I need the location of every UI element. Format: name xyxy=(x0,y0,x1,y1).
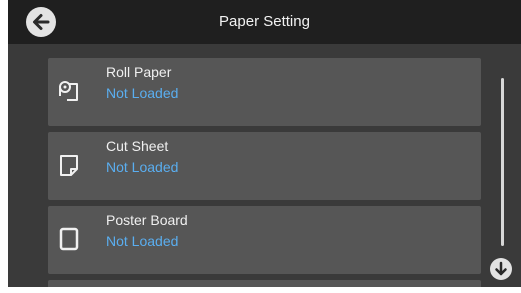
paper-source-name: Poster Board xyxy=(106,212,188,228)
header-bar: Paper Setting xyxy=(8,0,521,44)
arrow-left-icon xyxy=(33,14,50,30)
poster-board-icon xyxy=(59,227,79,251)
paper-source-poster-board[interactable]: Poster Board Not Loaded xyxy=(48,206,481,274)
paper-source-name: Roll Paper xyxy=(106,64,172,80)
page-title: Paper Setting xyxy=(219,13,310,30)
cut-sheet-icon xyxy=(60,155,78,176)
paper-source-status: Not Loaded xyxy=(106,233,179,249)
back-button[interactable] xyxy=(26,7,56,37)
paper-source-cut-sheet[interactable]: Cut Sheet Not Loaded xyxy=(48,132,481,200)
paper-source-status: Not Loaded xyxy=(106,85,179,101)
paper-source-name: Cut Sheet xyxy=(106,138,169,154)
roll-paper-icon xyxy=(59,81,78,101)
scroll-down-button[interactable] xyxy=(490,258,512,280)
paper-source-list: Roll Paper Not Loaded Cut Sheet Not Load… xyxy=(48,58,481,287)
scrollbar[interactable] xyxy=(501,78,504,246)
paper-source-next-partial[interactable] xyxy=(48,280,481,287)
paper-setting-screen: Paper Setting Roll Paper Not Loaded Cut … xyxy=(8,0,521,287)
paper-source-roll-paper[interactable]: Roll Paper Not Loaded xyxy=(48,58,481,126)
arrow-down-icon xyxy=(495,261,507,276)
paper-source-status: Not Loaded xyxy=(106,159,179,175)
